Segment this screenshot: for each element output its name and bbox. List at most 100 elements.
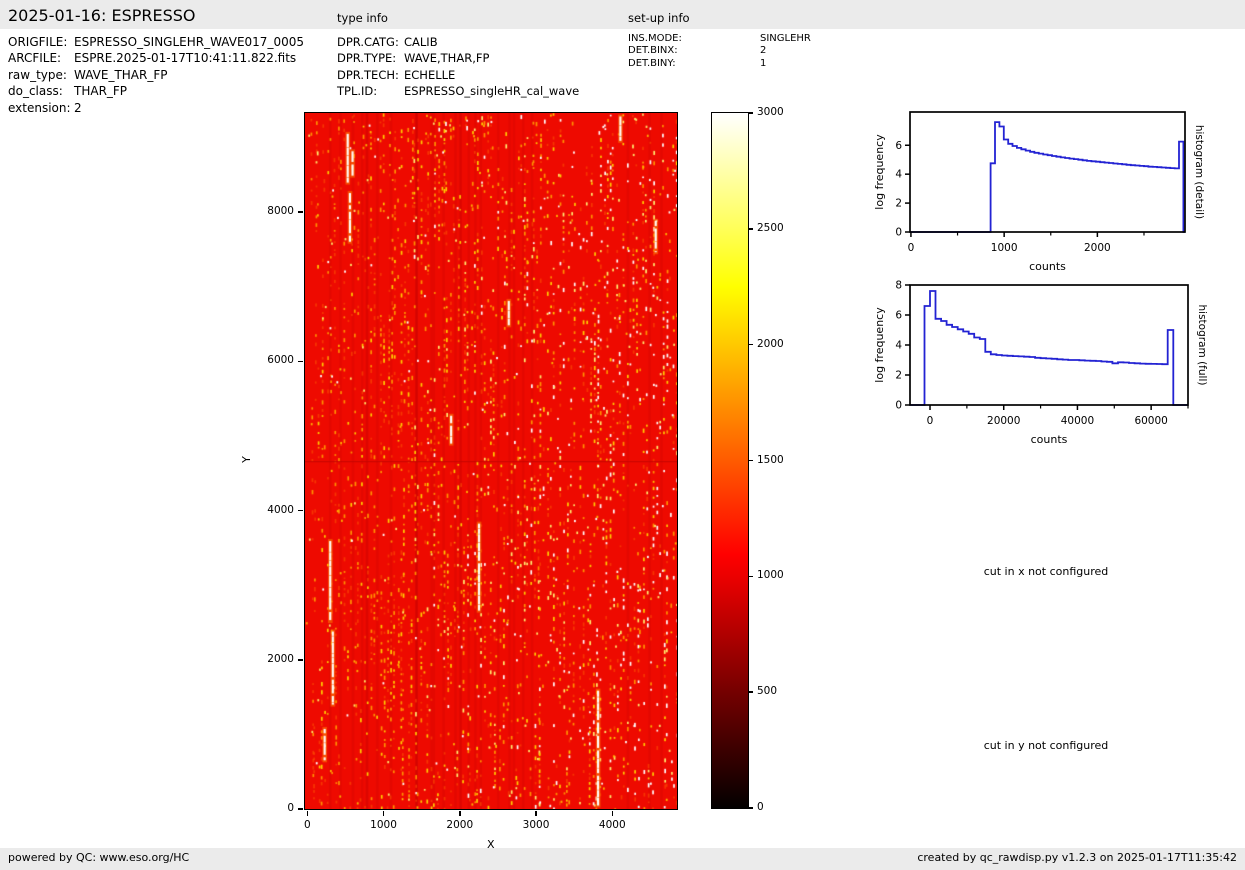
info-row: DPR.TECH:ECHELLE [337,67,579,83]
info-row: ORIGFILE:ESPRESSO_SINGLEHR_WAVE017_0005 [8,34,304,50]
x-axis-label: counts [1031,433,1068,446]
y-tick [298,808,303,810]
info-label: DPR.TYPE: [337,50,404,66]
x-tick-label: 3000 [523,819,550,831]
x-axis-label: X [487,838,495,851]
info-row: DET.BINY:1 [628,58,811,70]
plot-frame [910,112,1185,232]
y-axis-label: Y [240,456,253,463]
y-tick [298,211,303,213]
info-row: INS.MODE:SINGLEHR [628,33,811,45]
x-tick-label: 60000 [1134,415,1167,427]
colorbar-tick-label: 0 [757,801,764,813]
colorbar-tick [748,807,753,809]
info-value: 2 [74,101,82,115]
info-row: DET.BINX:2 [628,45,811,57]
y-tick-label: 0 [895,227,902,239]
info-row: raw_type:WAVE_THAR_FP [8,67,304,83]
y-tick-label: 2 [895,370,902,382]
y-tick-label: 4 [895,340,902,352]
histogram-detail: 0 1000 2000 0 2 4 6 counts log frequency histogra… [850,100,1245,280]
histogram-line [910,291,1188,405]
y-tick-label: 2000 [250,653,294,665]
colorbar [711,112,749,809]
cut-y-message: cut in y not configured [926,739,1166,752]
info-value: ESPRESSO_singleHR_cal_wave [404,84,579,98]
info-value: WAVE,THAR,FP [404,51,489,65]
colorbar-tick-label: 2500 [757,222,784,234]
raw-frame-image [304,112,678,810]
info-row: TPL.ID:ESPRESSO_singleHR_cal_wave [337,83,579,99]
info-label: DET.BINY: [628,58,760,70]
info-label: DPR.CATG: [337,34,404,50]
histogram-full: 020000400006000002468countslog frequency… [850,273,1245,455]
info-value: THAR_FP [74,84,127,98]
x-tick [535,811,537,816]
x-tick-label: 2000 [446,819,473,831]
info-label: ARCFILE: [8,50,74,66]
info-label: do_class: [8,83,74,99]
x-tick-label: 40000 [1061,415,1094,427]
x-tick [612,811,614,816]
info-row: DPR.TYPE:WAVE,THAR,FP [337,50,579,66]
y-tick-label: 0 [250,802,294,814]
info-value: 1 [760,58,766,69]
y-tick-label: 2 [895,198,902,210]
type-info-heading: type info [337,11,388,25]
right-axis-label: histogram (detail) [1193,125,1205,219]
info-value: ESPRE.2025-01-17T10:41:11.822.fits [74,51,296,65]
info-value: CALIB [404,35,438,49]
colorbar-tick-label: 2000 [757,338,784,350]
info-label: INS.MODE: [628,33,760,45]
cut-x-message: cut in x not configured [926,565,1166,578]
y-tick-label: 6000 [250,354,294,366]
colorbar-tick [748,576,753,578]
info-label: extension: [8,100,74,116]
info-row: extension:2 [8,100,304,116]
y-tick-label: 6 [895,310,902,322]
info-label: TPL.ID: [337,83,404,99]
y-tick-label: 8 [895,280,902,292]
info-value: 2 [760,45,766,56]
y-tick [298,659,303,661]
colorbar-tick-label: 3000 [757,106,784,118]
x-tick-label: 1000 [991,242,1018,254]
info-row: DPR.CATG:CALIB [337,34,579,50]
info-label: raw_type: [8,67,74,83]
info-row: do_class:THAR_FP [8,83,304,99]
y-tick-label: 8000 [250,205,294,217]
y-axis-label: log frequency [873,307,886,383]
histogram-line [910,122,1185,232]
qc-report-page: 2025-01-16: ESPRESSO type info set-up in… [0,0,1245,870]
y-tick-label: 0 [895,400,902,412]
colorbar-tick [748,112,753,114]
colorbar-tick [748,344,753,346]
info-value: ESPRESSO_SINGLEHR_WAVE017_0005 [74,35,304,49]
colorbar-tick [748,460,753,462]
file-info-block: ORIGFILE:ESPRESSO_SINGLEHR_WAVE017_0005A… [8,34,304,116]
y-tick-label: 4 [895,169,902,181]
info-label: DPR.TECH: [337,67,404,83]
x-tick-label: 0 [908,242,915,254]
y-tick-label: 6 [895,140,902,152]
y-tick [298,361,303,363]
x-tick [307,811,309,816]
colorbar-tick-label: 1500 [757,454,784,466]
info-label: ORIGFILE: [8,34,74,50]
y-tick-label: 4000 [250,504,294,516]
plot-frame [910,285,1188,405]
x-tick-label: 2000 [1084,242,1111,254]
info-value: SINGLEHR [760,33,811,44]
x-tick [459,811,461,816]
colorbar-tick [748,228,753,230]
info-label: DET.BINX: [628,45,760,57]
y-axis-label: log frequency [873,134,886,210]
right-axis-label: histogram (full) [1196,305,1208,386]
footer-left-text: powered by QC: www.eso.org/HC [8,851,189,864]
setup-info-heading: set-up info [628,11,690,25]
footer-right-text: created by qc_rawdisp.py v1.2.3 on 2025-… [917,851,1237,864]
colorbar-tick [748,691,753,693]
y-tick [298,510,303,512]
x-axis-label: counts [1029,260,1066,273]
x-tick-label: 0 [304,819,311,831]
